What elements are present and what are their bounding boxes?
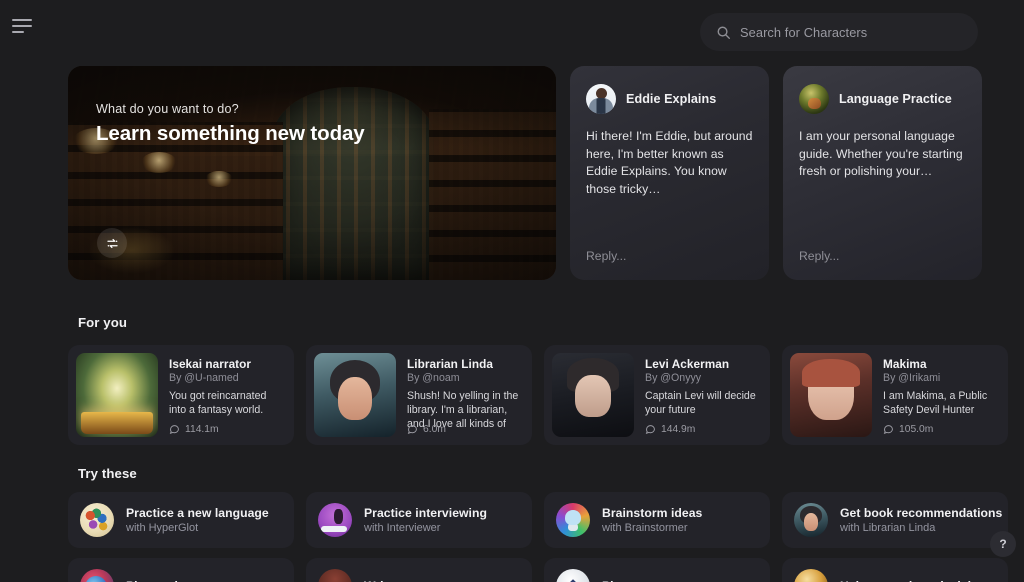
suggestion-title: Brainstorm ideas (602, 506, 703, 520)
chat-count: 144.9m (645, 424, 695, 435)
character-card-meta: Makima By @Irikami I am Makima, a Public… (883, 353, 1000, 437)
section-title-for-you: For you (78, 315, 128, 330)
suggestion-text: Practice interviewing with Interviewer (364, 506, 487, 534)
suggestion-text: Brainstorm ideas with Brainstormer (602, 506, 702, 534)
eddie-avatar (586, 84, 616, 114)
chat-card-message: Hi there! I'm Eddie, but around here, I'… (586, 129, 753, 196)
lightbulb-avatar (556, 503, 590, 537)
interviewer-avatar (318, 503, 352, 537)
character-card-meta: Librarian Linda By @noam Shush! No yelli… (407, 353, 524, 437)
suggestion-title: Practice a new language (126, 506, 269, 520)
character-description: You got reincarnated into a fantasy worl… (169, 390, 267, 417)
chat-card-message: I am your personal language guide. Wheth… (799, 129, 963, 179)
help-button[interactable]: ? (990, 531, 1016, 557)
chat-count-value: 114.1m (185, 424, 219, 435)
reply-placeholder[interactable]: Reply... (799, 249, 839, 263)
game-avatar (556, 569, 590, 582)
levi-ackerman-thumbnail (552, 353, 634, 437)
chat-bubble-icon (883, 425, 893, 434)
search-icon (716, 25, 731, 40)
for-you-card-row: Isekai narrator By @U-named You got rein… (68, 345, 1024, 445)
chat-count-value: 105.0m (899, 424, 934, 435)
hamburger-menu-icon[interactable] (12, 17, 36, 35)
hamburger-line (12, 25, 32, 27)
suggestion-card[interactable]: Play a game (544, 558, 770, 582)
suggestion-card[interactable]: Get book recommendations with Librarian … (782, 492, 1008, 548)
chat-count: 114.1m (169, 424, 219, 435)
suggestion-card[interactable]: Plan a trip (68, 558, 294, 582)
hero-banner[interactable]: What do you want to do? Learn something … (68, 66, 556, 280)
globe-avatar (80, 503, 114, 537)
shuffle-icon[interactable] (97, 228, 127, 258)
hero-row: What do you want to do? Learn something … (68, 66, 982, 280)
section-title-try-these: Try these (78, 466, 137, 481)
character-author: By @Irikami (883, 372, 941, 384)
top-bar: Search for Characters (0, 0, 1024, 62)
try-these-row: Practice a new language with HyperGlot P… (68, 492, 1024, 548)
app-root: Search for Characters What do you want t… (0, 0, 1024, 582)
chat-bubble-icon (407, 425, 417, 434)
suggestion-text: Practice a new language with HyperGlot (126, 506, 269, 534)
hero-title: Learn something new today (96, 122, 365, 145)
chat-card-name: Language Practice (839, 92, 952, 106)
travel-avatar (80, 569, 114, 582)
character-card[interactable]: Librarian Linda By @noam Shush! No yelli… (306, 345, 532, 445)
chat-card-header: Eddie Explains (586, 84, 753, 114)
character-author: By @Onyyy (645, 372, 702, 384)
character-card[interactable]: Makima By @Irikami I am Makima, a Public… (782, 345, 1008, 445)
writing-avatar (318, 569, 352, 582)
suggestion-text: Get book recommendations with Librarian … (840, 506, 1003, 534)
hero-eyebrow: What do you want to do? (96, 102, 239, 116)
librarian-linda-thumbnail (314, 353, 396, 437)
hamburger-line (12, 31, 24, 33)
suggestion-title: Practice interviewing (364, 506, 487, 520)
search-input[interactable]: Search for Characters (700, 13, 978, 51)
suggestion-subtitle: with Brainstormer (602, 522, 688, 534)
chat-bubble-icon (645, 425, 655, 434)
character-card[interactable]: Isekai narrator By @U-named You got rein… (68, 345, 294, 445)
chat-preview-card[interactable]: Eddie Explains Hi there! I'm Eddie, but … (570, 66, 769, 280)
hamburger-line (12, 19, 32, 21)
character-description: Captain Levi will decide your future (645, 390, 756, 417)
suggestion-card[interactable]: Practice interviewing with Interviewer (306, 492, 532, 548)
character-description: I am Makima, a Public Safety Devil Hunte… (883, 390, 988, 417)
suggestion-subtitle: with Librarian Linda (840, 522, 936, 534)
suggestion-card[interactable]: Brainstorm ideas with Brainstormer (544, 492, 770, 548)
suggestion-subtitle: with HyperGlot (126, 522, 199, 534)
character-author: By @U-named (169, 372, 239, 384)
hero-background-image (68, 66, 556, 280)
chat-count-value: 6.0m (423, 424, 446, 435)
suggestion-card[interactable]: Practice a new language with HyperGlot (68, 492, 294, 548)
character-name: Isekai narrator (169, 357, 252, 371)
character-name: Makima (883, 357, 927, 371)
character-card-meta: Levi Ackerman By @Onyyy Captain Levi wil… (645, 353, 762, 437)
character-card-meta: Isekai narrator By @U-named You got rein… (169, 353, 286, 437)
chat-card-name: Eddie Explains (626, 92, 717, 106)
suggestion-card[interactable]: Write a story (306, 558, 532, 582)
try-these-grid: Practice a new language with HyperGlot P… (68, 492, 1024, 582)
chat-card-header: Language Practice (799, 84, 966, 114)
search-placeholder-text: Search for Characters (740, 24, 868, 40)
suggestion-title: Get book recommendations (840, 506, 1003, 520)
decision-avatar (794, 569, 828, 582)
chat-count: 105.0m (883, 424, 933, 435)
language-practice-avatar (799, 84, 829, 114)
suggestion-subtitle: with Interviewer (364, 522, 441, 534)
try-these-row: Plan a trip Write a story Play a game He… (68, 558, 1024, 582)
chat-preview-card[interactable]: Language Practice I am your personal lan… (783, 66, 982, 280)
character-author: By @noam (407, 372, 460, 384)
chat-count: 6.0m (407, 424, 446, 435)
suggestion-card[interactable]: Help me make a decision (782, 558, 1008, 582)
character-name: Librarian Linda (407, 357, 493, 371)
librarian-linda-avatar (794, 503, 828, 537)
character-card[interactable]: Levi Ackerman By @Onyyy Captain Levi wil… (544, 345, 770, 445)
character-name: Levi Ackerman (645, 357, 730, 371)
reply-placeholder[interactable]: Reply... (586, 249, 626, 263)
chat-count-value: 144.9m (661, 424, 696, 435)
isekai-thumbnail (76, 353, 158, 437)
hero-text-block: What do you want to do? Learn something … (96, 102, 365, 146)
makima-thumbnail (790, 353, 872, 437)
chat-bubble-icon (169, 425, 179, 434)
